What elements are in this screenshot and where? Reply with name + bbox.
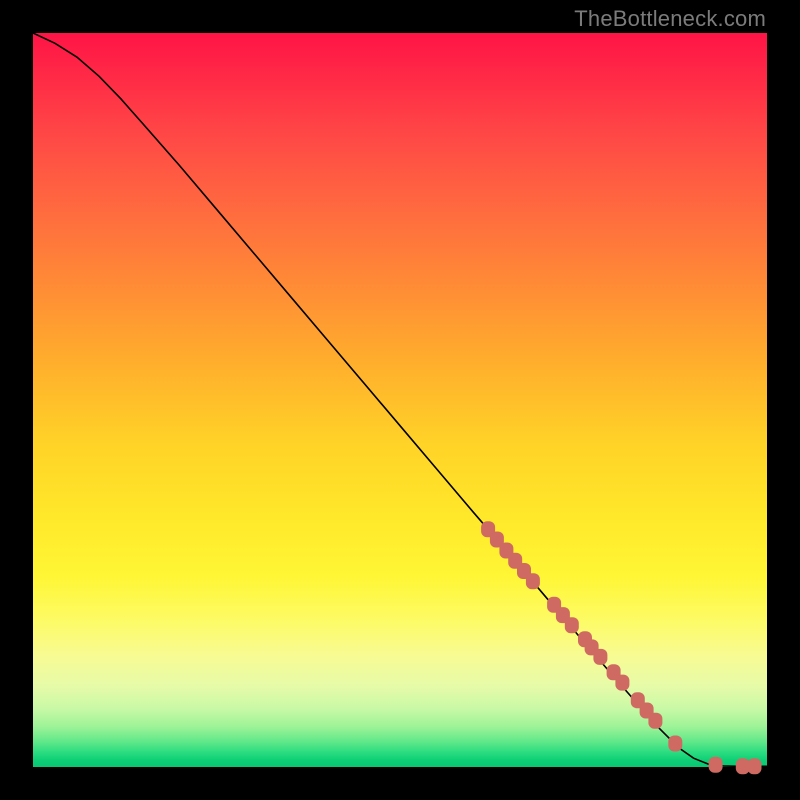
stage: TheBottleneck.com xyxy=(0,0,800,800)
data-marker xyxy=(593,649,607,665)
bottleneck-curve xyxy=(33,33,767,766)
data-marker xyxy=(709,757,723,773)
data-marker xyxy=(648,713,662,729)
watermark-text: TheBottleneck.com xyxy=(574,6,766,32)
data-marker xyxy=(748,758,762,774)
data-marker xyxy=(565,617,579,633)
data-marker xyxy=(615,675,629,691)
data-marker-group xyxy=(481,521,761,774)
chart-plot-area xyxy=(33,33,767,767)
data-marker xyxy=(526,573,540,589)
data-marker xyxy=(668,736,682,752)
chart-svg xyxy=(33,33,767,767)
